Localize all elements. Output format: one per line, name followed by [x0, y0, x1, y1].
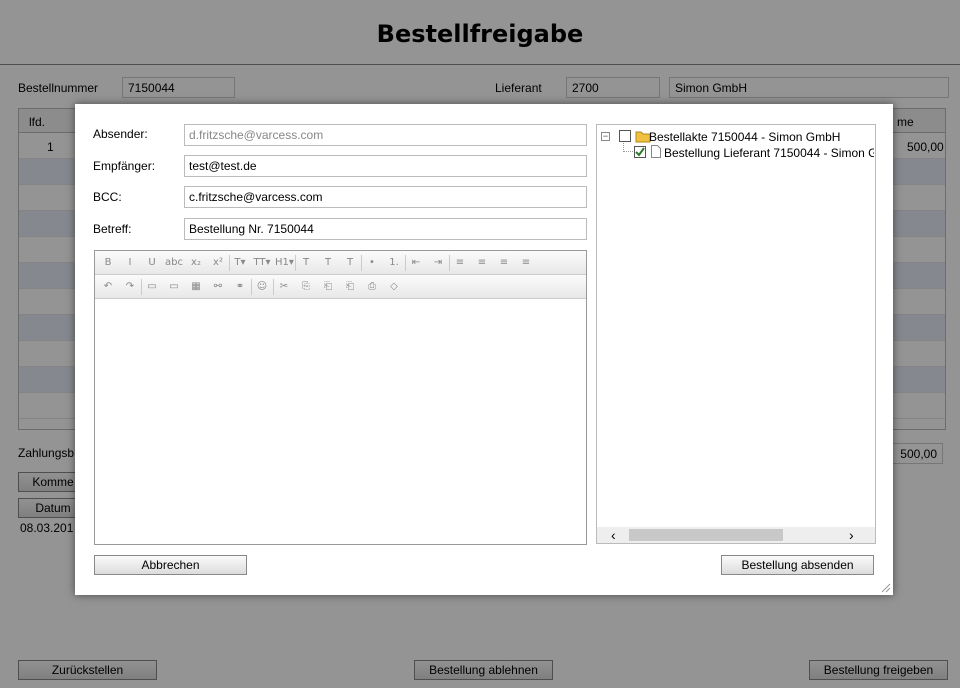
tree-horizontal-scrollbar[interactable]: ‹ ›	[597, 527, 875, 543]
toolbar-button-icon[interactable]: H1▾	[275, 255, 294, 271]
toolbar-button-icon[interactable]: ⎙	[363, 279, 381, 295]
toolbar-button-icon[interactable]: ⚭	[231, 279, 249, 295]
toolbar-separator	[229, 255, 230, 271]
toolbar-button-icon[interactable]: ▦	[187, 279, 205, 295]
toolbar-separator	[295, 255, 296, 271]
bcc-field[interactable]: c.fritzsche@varcess.com	[184, 186, 587, 208]
toolbar-button-icon[interactable]: ⇤	[407, 255, 425, 271]
empfaenger-label: Empfänger:	[93, 159, 156, 173]
toolbar-button-icon[interactable]: ▭	[143, 279, 161, 295]
tree-child-checkbox[interactable]	[634, 146, 646, 158]
absender-field[interactable]: d.fritzsche@varcess.com	[184, 124, 587, 146]
toolbar-button-icon[interactable]: T	[297, 255, 315, 271]
send-order-button[interactable]: Bestellung absenden	[721, 555, 874, 575]
send-order-dialog: Absender: d.fritzsche@varcess.com Empfän…	[75, 104, 893, 595]
toolbar-button-icon[interactable]: TT▾	[253, 255, 271, 271]
tree-root-label[interactable]: Bestellakte 7150044 - Simon GmbH	[649, 130, 840, 144]
scroll-left-icon[interactable]: ‹	[611, 527, 616, 543]
toolbar-separator	[251, 279, 252, 295]
toolbar-button-icon[interactable]: ⚯	[209, 279, 227, 295]
toolbar-button-icon[interactable]: T	[319, 255, 337, 271]
toolbar-separator	[361, 255, 362, 271]
betreff-label: Betreff:	[93, 222, 132, 236]
toolbar-button-icon[interactable]: I	[121, 255, 139, 271]
toolbar-button-icon[interactable]: ⎗	[319, 279, 337, 295]
toolbar-button-icon[interactable]: ◇	[385, 279, 403, 295]
tree-root-checkbox[interactable]	[619, 130, 631, 142]
toolbar-button-icon[interactable]: ≡	[495, 255, 513, 271]
toolbar-button-icon[interactable]: B	[99, 255, 117, 271]
toolbar-button-icon[interactable]: ⇥	[429, 255, 447, 271]
rich-text-editor[interactable]: B I Uabc x₂ x² T▾ TT▾ H1▾ T T T • 1. ⇤ ⇥ ≡ ≡ ≡ ≡ ↶ ↷ ▭ ▭ ▦ ⚯ ⚭ ☺ ✂…	[94, 250, 587, 545]
toolbar-button-icon[interactable]: ≡	[473, 255, 491, 271]
toolbar-button-icon[interactable]: T▾	[231, 255, 249, 271]
toolbar-button-icon[interactable]: •	[363, 255, 381, 271]
toolbar-button-icon[interactable]: x²	[209, 255, 227, 271]
toolbar-button-icon[interactable]: ⎘	[297, 279, 315, 295]
attachment-tree: − Bestellakte 7150044 - Simon GmbH Beste…	[596, 124, 876, 544]
toolbar-button-icon[interactable]: T	[341, 255, 359, 271]
empfaenger-field[interactable]: test@test.de	[184, 155, 587, 177]
toolbar-button-icon[interactable]: U	[143, 255, 161, 271]
toolbar-button-icon[interactable]: ▭	[165, 279, 183, 295]
editor-body[interactable]	[95, 299, 586, 544]
checkmark-icon	[635, 147, 645, 157]
bcc-label: BCC:	[93, 190, 122, 204]
betreff-field[interactable]: Bestellung Nr. 7150044	[184, 218, 587, 240]
toolbar-button-icon[interactable]: ≡	[451, 255, 469, 271]
cancel-button[interactable]: Abbrechen	[94, 555, 247, 575]
toolbar-button-icon[interactable]: ☺	[253, 279, 271, 295]
document-icon	[651, 145, 661, 158]
editor-toolbar-row1: B I Uabc x₂ x² T▾ TT▾ H1▾ T T T • 1. ⇤ ⇥ ≡ ≡ ≡ ≡	[95, 251, 586, 275]
toolbar-button-icon[interactable]: 1.	[385, 255, 403, 271]
toolbar-separator	[273, 279, 274, 295]
toolbar-separator	[449, 255, 450, 271]
toolbar-button-icon[interactable]: ⎗	[341, 279, 359, 295]
toolbar-button-icon[interactable]: ✂	[275, 279, 293, 295]
toolbar-button-icon[interactable]: abc	[165, 255, 183, 271]
toolbar-separator	[405, 255, 406, 271]
toolbar-button-icon[interactable]: ↶	[99, 279, 117, 295]
scroll-right-icon[interactable]: ›	[849, 527, 854, 543]
toolbar-button-icon[interactable]: ≡	[517, 255, 535, 271]
scrollbar-thumb[interactable]	[629, 529, 783, 541]
toolbar-separator	[141, 279, 142, 295]
editor-toolbar-row2: ↶ ↷ ▭ ▭ ▦ ⚯ ⚭ ☺ ✂ ⎘ ⎗ ⎗ ⎙ ◇	[95, 275, 586, 299]
tree-child-label[interactable]: Bestellung Lieferant 7150044 - Simon G	[664, 146, 874, 160]
resize-grip-icon[interactable]	[881, 583, 891, 593]
toolbar-button-icon[interactable]: ↷	[121, 279, 139, 295]
toolbar-button-icon[interactable]: x₂	[187, 255, 205, 271]
collapse-icon[interactable]: −	[601, 132, 610, 141]
absender-label: Absender:	[93, 127, 148, 141]
